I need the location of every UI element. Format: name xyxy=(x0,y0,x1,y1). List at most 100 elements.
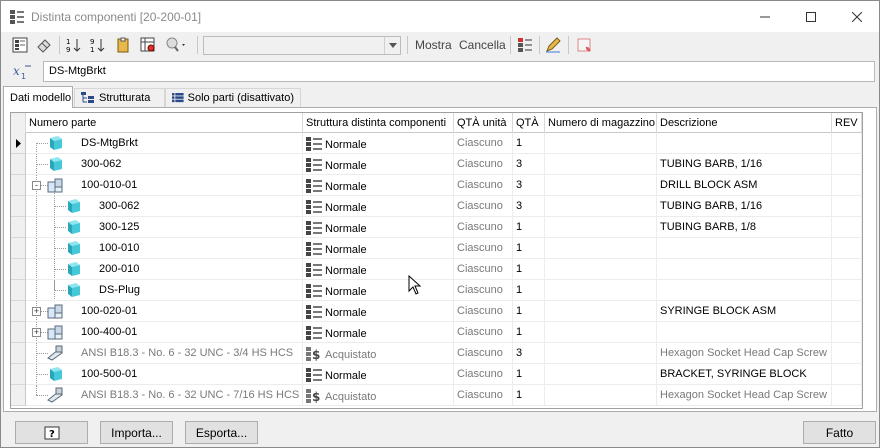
table-row[interactable]: 200-010 Normale Ciascuno 1 xyxy=(11,259,862,280)
cell-unit[interactable]: Ciascuno xyxy=(454,175,513,195)
cell-unit[interactable]: Ciascuno xyxy=(454,238,513,258)
table-row[interactable]: - 100-010-01 Normale Ciascuno 3 DRILL BLOCK A… xyxy=(11,175,862,196)
part-number-field[interactable]: DS-MtgBrkt xyxy=(43,61,875,82)
column-header-qty[interactable]: QTÀ xyxy=(513,113,545,133)
row-selector[interactable] xyxy=(11,385,26,406)
cell-desc[interactable] xyxy=(657,238,832,258)
table-row[interactable]: ANSI B18.3 - No. 6 - 32 UNC - 7/16 HS HC… xyxy=(11,385,862,406)
cell-part[interactable]: 100-010 xyxy=(26,238,303,258)
cell-part[interactable]: 100-500-01 xyxy=(26,364,303,384)
maximize-button[interactable] xyxy=(788,1,834,32)
cell-rev[interactable] xyxy=(832,364,862,384)
cell-stock[interactable] xyxy=(545,322,657,342)
cell-qty[interactable]: 1 xyxy=(513,280,545,300)
column-header-stock-number[interactable]: Numero di magazzino xyxy=(545,113,657,133)
row-selector[interactable] xyxy=(11,175,26,196)
eraser-button[interactable] xyxy=(34,35,54,55)
cell-desc[interactable]: TUBING BARB, 1/8 xyxy=(657,217,832,237)
cell-structure[interactable]: Normale xyxy=(303,301,454,321)
cell-structure[interactable]: Normale xyxy=(303,238,454,258)
cell-unit[interactable]: Ciascuno xyxy=(454,385,513,405)
cell-part[interactable]: - 100-010-01 xyxy=(26,175,303,195)
cell-stock[interactable] xyxy=(545,133,657,153)
import-button[interactable]: Importa... xyxy=(100,421,173,444)
cell-part[interactable]: +100-400-01 xyxy=(26,322,303,342)
cell-stock[interactable] xyxy=(545,301,657,321)
cell-rev[interactable] xyxy=(832,280,862,300)
cell-stock[interactable] xyxy=(545,238,657,258)
cell-qty[interactable]: 1 xyxy=(513,217,545,237)
cell-rev[interactable] xyxy=(832,154,862,174)
cell-structure[interactable]: Normale xyxy=(303,175,454,195)
cell-desc[interactable]: Hexagon Socket Head Cap Screw xyxy=(657,385,832,405)
close-button[interactable] xyxy=(834,1,880,32)
cell-structure[interactable]: Normale xyxy=(303,133,454,153)
column-header-rev[interactable]: REV xyxy=(832,113,862,133)
cell-part[interactable]: DS-MtgBrkt xyxy=(26,133,303,153)
expand-icon[interactable]: + xyxy=(32,307,41,316)
structure-view-button[interactable] xyxy=(515,35,535,55)
cell-part[interactable]: 300-062 xyxy=(26,154,303,174)
cell-rev[interactable] xyxy=(832,385,862,405)
cell-rev[interactable] xyxy=(832,175,862,195)
cell-rev[interactable] xyxy=(832,322,862,342)
table-row[interactable]: 300-125 Normale Ciascuno 1 TUBING BARB, 1/8 xyxy=(11,217,862,238)
tab-model-data[interactable]: Dati modello xyxy=(3,86,73,108)
cell-desc[interactable]: TUBING BARB, 1/16 xyxy=(657,154,832,174)
row-selector[interactable] xyxy=(11,280,26,301)
cell-rev[interactable] xyxy=(832,343,862,363)
cell-stock[interactable] xyxy=(545,280,657,300)
cell-unit[interactable]: Ciascuno xyxy=(454,322,513,342)
export-button[interactable]: Esporta... xyxy=(185,421,258,444)
table-row[interactable]: ANSI B18.3 - No. 6 - 32 UNC - 3/4 HS HCS… xyxy=(11,343,862,364)
cell-stock[interactable] xyxy=(545,154,657,174)
cell-rev[interactable] xyxy=(832,217,862,237)
table-row[interactable]: 100-010 Normale Ciascuno 1 xyxy=(11,238,862,259)
row-selector[interactable] xyxy=(11,343,26,364)
cell-structure[interactable]: Normale xyxy=(303,259,454,279)
cell-qty[interactable]: 1 xyxy=(513,385,545,405)
cell-desc[interactable] xyxy=(657,280,832,300)
cell-qty[interactable]: 3 xyxy=(513,196,545,216)
cell-rev[interactable] xyxy=(832,133,862,153)
cell-stock[interactable] xyxy=(545,343,657,363)
cell-structure[interactable]: Normale xyxy=(303,322,454,342)
column-header-unit-qty[interactable]: QTÀ unità xyxy=(454,113,513,133)
cell-rev[interactable] xyxy=(832,259,862,279)
table-row[interactable]: 300-062 Normale Ciascuno 3 TUBING BARB, 1/16 xyxy=(11,196,862,217)
cell-desc[interactable]: DRILL BLOCK ASM xyxy=(657,175,832,195)
formula-icon[interactable]: x 1 xyxy=(11,62,33,82)
cell-stock[interactable] xyxy=(545,364,657,384)
cell-structure[interactable]: Normale xyxy=(303,217,454,237)
title-bar[interactable]: Distinta componenti [20-200-01] xyxy=(1,1,879,32)
row-selector[interactable] xyxy=(11,259,26,280)
add-custom-part-button[interactable] xyxy=(574,35,594,55)
cell-structure[interactable]: $ Acquistato xyxy=(303,385,454,405)
cell-unit[interactable]: Ciascuno xyxy=(454,301,513,321)
cell-qty[interactable]: 3 xyxy=(513,343,545,363)
cell-unit[interactable]: Ciascuno xyxy=(454,154,513,174)
cancel-toolbar-button[interactable]: Cancella xyxy=(459,38,506,52)
cell-desc[interactable] xyxy=(657,322,832,342)
table-row[interactable]: DS-MtgBrkt Normale Ciascuno 1 xyxy=(11,133,862,154)
table-row[interactable]: +100-400-01 Normale Ciascuno 1 xyxy=(11,322,862,343)
table-row[interactable]: 100-500-01 Normale Ciascuno 1 BRACKET, SYRIN… xyxy=(11,364,862,385)
column-header-bom-structure[interactable]: Struttura distinta componenti xyxy=(303,113,454,133)
bom-editor-button[interactable] xyxy=(10,35,30,55)
row-selector[interactable] xyxy=(11,196,26,217)
cell-unit[interactable]: Ciascuno xyxy=(454,133,513,153)
row-selector[interactable] xyxy=(11,154,26,175)
cell-qty[interactable]: 3 xyxy=(513,154,545,174)
help-button[interactable]: ? xyxy=(15,421,88,444)
cell-qty[interactable]: 1 xyxy=(513,259,545,279)
table-filter-button[interactable] xyxy=(138,35,158,55)
minimize-button[interactable] xyxy=(742,1,788,32)
cell-structure[interactable]: Normale xyxy=(303,154,454,174)
cell-desc[interactable] xyxy=(657,133,832,153)
cell-structure[interactable]: Normale xyxy=(303,196,454,216)
cell-qty[interactable]: 3 xyxy=(513,175,545,195)
cell-rev[interactable] xyxy=(832,301,862,321)
cell-qty[interactable]: 1 xyxy=(513,301,545,321)
cell-structure[interactable]: Normale xyxy=(303,364,454,384)
cell-part[interactable]: 200-010 xyxy=(26,259,303,279)
